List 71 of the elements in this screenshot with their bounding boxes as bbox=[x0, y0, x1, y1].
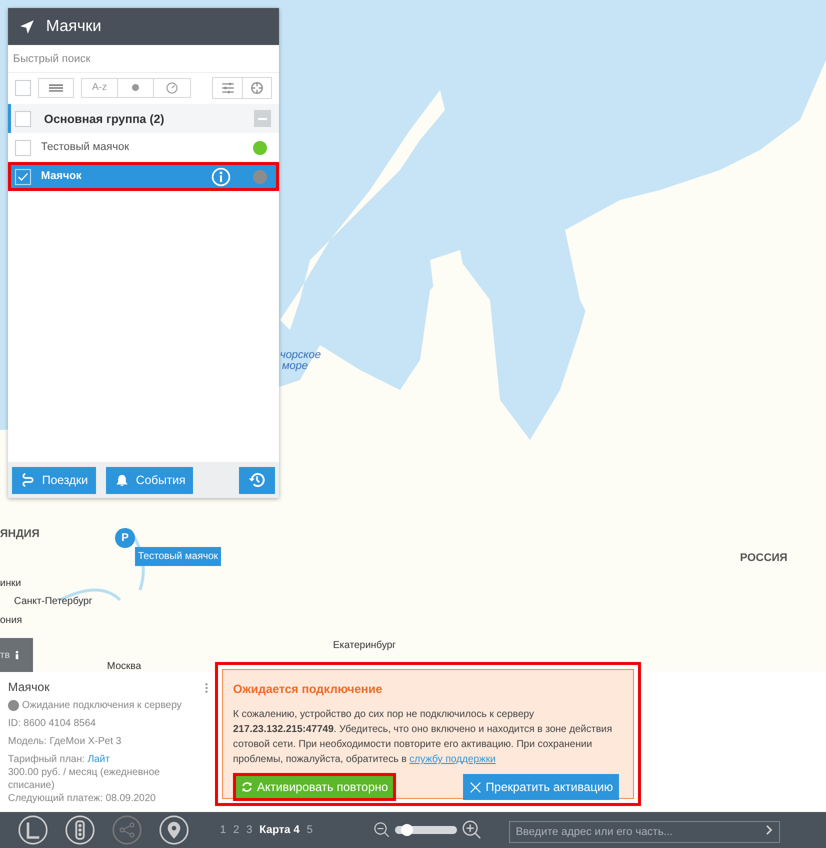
city-label: ония bbox=[0, 614, 22, 628]
more-icon bbox=[205, 682, 208, 694]
device-id: ID: 8600 4104 8564 bbox=[8, 717, 97, 730]
sea-label: море bbox=[282, 360, 308, 374]
gauge-icon bbox=[166, 82, 178, 94]
slider-thumb[interactable] bbox=[400, 824, 413, 836]
panel-footer-button[interactable]: События bbox=[106, 466, 194, 494]
panel-footer-button[interactable]: Поездки bbox=[12, 466, 96, 494]
device-title: Маячок bbox=[8, 681, 50, 694]
navigation-arrow-icon bbox=[18, 18, 36, 36]
history-button[interactable] bbox=[239, 466, 275, 494]
device-name: Маячок bbox=[41, 169, 82, 184]
country-label: РОССИЯ bbox=[740, 551, 788, 566]
ruler-button[interactable] bbox=[18, 815, 48, 845]
bell-icon bbox=[114, 472, 130, 488]
alert-message: К сожалению, устройство до сих пор не подключилось к серверу 217.23.132.215:47749. Убедитесь, что оно включено и находится в зоне действия сотовой сети. При необходимости повторите его активацию. При сохранении проблемы, пожалуйста, обратитесь в службу поддержки bbox=[233, 708, 614, 767]
checkbox[interactable] bbox=[15, 110, 31, 126]
price-text: 300.00 руб. / месяц (ежедневное списание) bbox=[8, 766, 161, 792]
share-button[interactable] bbox=[112, 815, 142, 845]
map-page-tab[interactable]: Карта 4 bbox=[259, 822, 300, 838]
check-icon bbox=[17, 170, 29, 182]
marker-label: Тестовый маячок bbox=[135, 547, 221, 566]
city-label: Екатеринбург bbox=[333, 639, 396, 653]
map-page-tab[interactable]: 5 bbox=[306, 822, 313, 838]
list-icon bbox=[49, 82, 63, 92]
location-pin-button[interactable] bbox=[159, 815, 189, 845]
list-view-button[interactable] bbox=[38, 78, 74, 98]
map-page-tab[interactable]: 2 bbox=[233, 822, 240, 838]
map-page-tab[interactable]: 1 bbox=[220, 822, 226, 838]
checkbox[interactable] bbox=[15, 80, 31, 96]
address-field[interactable]: Введите адрес или его часть... bbox=[508, 821, 780, 843]
traffic-light-button[interactable] bbox=[65, 815, 95, 845]
device-name: Тестовый маячок bbox=[41, 140, 130, 156]
device-model: Модель: ГдеМои X-Pet 3 bbox=[8, 735, 122, 748]
route-icon bbox=[20, 472, 36, 488]
status-text: Ожидание подключения к серверу bbox=[22, 699, 182, 712]
country-label: ЯНДИЯ bbox=[0, 527, 40, 542]
device-row[interactable]: Маячок bbox=[8, 162, 279, 191]
map-page-tab[interactable]: 3 bbox=[246, 822, 252, 838]
city-label: инки bbox=[0, 577, 22, 591]
share-icon bbox=[112, 815, 142, 845]
cancel-activation-button[interactable]: Прекратить активацию bbox=[462, 774, 619, 800]
dot-icon bbox=[132, 84, 139, 91]
next-payment-text: Следующий платеж: 08.09.2020 bbox=[8, 792, 157, 805]
city-label: Санкт-Петербург bbox=[14, 595, 92, 609]
city-label: Москва bbox=[107, 660, 142, 674]
chevron-right-icon bbox=[764, 825, 773, 835]
support-link[interactable]: службу поддержки bbox=[409, 754, 496, 765]
device-row[interactable]: Тестовый маячок bbox=[8, 133, 279, 162]
zoom-out-icon bbox=[372, 821, 391, 839]
sliders-icon bbox=[220, 80, 236, 94]
refresh-icon bbox=[241, 781, 253, 793]
group-row[interactable]: Основная группа (2) bbox=[8, 104, 279, 133]
plan-label: Тарифный план: bbox=[8, 754, 86, 765]
panel-title: Маячки bbox=[46, 16, 102, 36]
plan-link[interactable]: Лайт bbox=[88, 754, 110, 765]
zoom-in-icon bbox=[460, 819, 483, 841]
checkbox[interactable] bbox=[15, 140, 31, 156]
traffic-light-icon bbox=[65, 815, 95, 845]
alert-title: Ожидается подключение bbox=[233, 681, 384, 698]
close-icon bbox=[468, 780, 482, 794]
zoom-slider[interactable] bbox=[394, 826, 457, 834]
history-icon bbox=[248, 471, 266, 489]
info-icon bbox=[211, 166, 231, 186]
retry-button[interactable]: Активировать повторно bbox=[233, 773, 396, 801]
side-tab[interactable]: тв bbox=[0, 638, 33, 672]
search-field[interactable]: Быстрый поиск bbox=[8, 45, 279, 72]
ruler-icon bbox=[18, 815, 48, 845]
crosshair-icon bbox=[250, 80, 264, 94]
sea-label: чорское bbox=[280, 348, 321, 363]
location-pin-icon bbox=[159, 815, 189, 845]
